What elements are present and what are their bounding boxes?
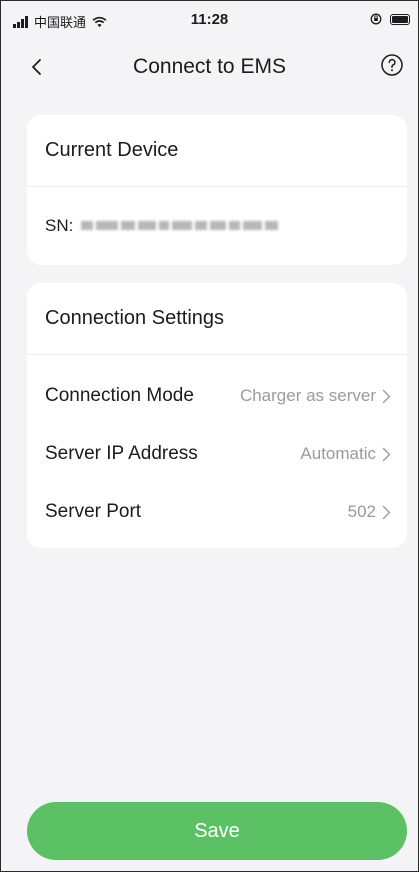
- question-circle-icon[interactable]: [380, 53, 404, 77]
- server-ip-address-value: Automatic: [300, 444, 376, 463]
- status-time: 11:28: [190, 11, 229, 28]
- serial-number-row: SN:: [27, 187, 407, 264]
- connection-settings-title: Connection Settings: [27, 283, 407, 355]
- connection-mode-value-group: Charger as server: [240, 386, 391, 406]
- serial-number-label: SN:: [45, 215, 74, 235]
- server-ip-address-label: Server IP Address: [45, 443, 198, 464]
- connection-mode-value: Charger as server: [239, 386, 376, 405]
- connection-mode-row[interactable]: Connection Mode Charger as server: [27, 367, 407, 425]
- status-right: [370, 13, 410, 25]
- current-device-card: Current Device SN:: [27, 115, 407, 265]
- nav-bar: Connect to EMS: [1, 45, 418, 89]
- orientation-lock-icon: [370, 13, 382, 25]
- server-ip-address-row[interactable]: Server IP Address Automatic: [27, 425, 407, 483]
- battery-icon: [390, 13, 410, 25]
- status-bar: 中国联通 11:28: [1, 1, 418, 41]
- server-port-label: Server Port: [45, 501, 142, 522]
- server-port-row[interactable]: Server Port 502: [27, 483, 407, 541]
- connection-settings-card: Connection Settings Connection Mode Char…: [27, 283, 407, 548]
- save-button[interactable]: Save: [27, 802, 407, 860]
- server-port-value-group: 502: [348, 502, 391, 522]
- app-frame: 中国联通 11:28 Connect to EMS Current Device…: [0, 0, 419, 872]
- server-ip-address-value-group: Automatic: [300, 444, 391, 464]
- connection-mode-label: Connection Mode: [45, 385, 194, 406]
- chevron-right-icon: [382, 447, 391, 461]
- serial-number-redacted: [81, 220, 279, 232]
- page-title: Connect to EMS: [133, 55, 286, 78]
- current-device-title: Current Device: [27, 115, 407, 187]
- chevron-right-icon: [382, 389, 391, 403]
- server-port-value: 502: [347, 502, 376, 521]
- chevron-right-icon: [382, 505, 391, 519]
